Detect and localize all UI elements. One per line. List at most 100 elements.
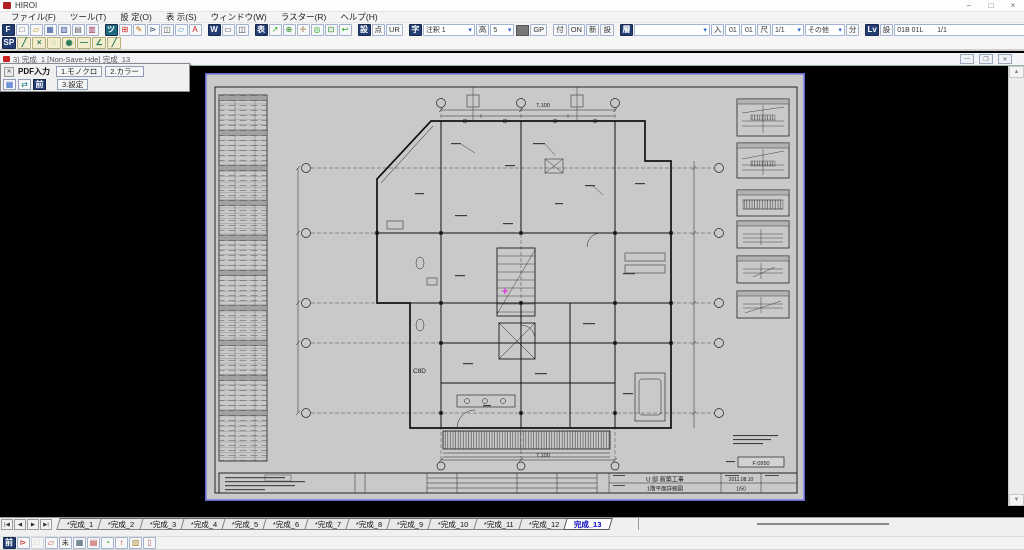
save-icon[interactable]: ▦ bbox=[43, 24, 57, 36]
pan-icon[interactable]: ✛ bbox=[296, 24, 310, 36]
sheet-tab[interactable]: *完成_12 bbox=[517, 518, 570, 530]
menu-item[interactable]: 設 定(O) bbox=[113, 11, 159, 23]
child-restore-button[interactable]: ❐ bbox=[979, 54, 993, 64]
text-group-button[interactable]: 字 bbox=[408, 24, 422, 36]
print-icon[interactable]: ▤ bbox=[71, 24, 85, 36]
text-attr-icon[interactable]: A bbox=[188, 24, 202, 36]
tab-nav-button[interactable]: ▶ bbox=[27, 519, 39, 530]
pdf-toolbar-close-icon[interactable]: ✕ bbox=[4, 66, 14, 77]
prev-page-button[interactable]: 前 bbox=[2, 537, 16, 549]
divide-button[interactable]: 分 bbox=[845, 24, 860, 36]
menu-item[interactable]: ウィンドウ(W) bbox=[204, 11, 274, 23]
pending-button[interactable]: 未 bbox=[58, 537, 72, 549]
child-close-button[interactable]: ✕ bbox=[998, 54, 1012, 64]
other-select[interactable]: その他 bbox=[804, 24, 845, 36]
pdf-color-button[interactable]: 2.カラー bbox=[105, 66, 145, 77]
window-group-button[interactable]: W bbox=[207, 24, 221, 36]
vertical-scrollbar[interactable]: ▲ ▼ bbox=[1008, 66, 1024, 506]
snap-angle-icon[interactable]: ∠ bbox=[92, 37, 107, 49]
tab-nav-button[interactable]: ◀ bbox=[14, 519, 26, 530]
color-swatch[interactable] bbox=[515, 24, 529, 36]
pdf-prev-button[interactable]: 前 bbox=[33, 79, 46, 90]
minimize-button[interactable]: – bbox=[958, 0, 980, 11]
zoom-in-icon[interactable]: ⊕ bbox=[282, 24, 296, 36]
pdf-settings-button[interactable]: 3.設定 bbox=[57, 79, 89, 90]
table-icon[interactable]: ▦ bbox=[73, 537, 86, 549]
snap-group-button[interactable]: SP bbox=[1, 37, 17, 49]
new-button[interactable]: 新 bbox=[585, 24, 600, 36]
drawing-canvas[interactable]: 7,100 7,100 C8D F:0950 U 邸 新築工事 1階平面詳細図 … bbox=[0, 66, 1008, 506]
layer-field-2[interactable]: 01 bbox=[741, 24, 757, 36]
menu-item[interactable]: ファイル(F) bbox=[4, 11, 63, 23]
snap-circle-icon[interactable]: ◌ bbox=[47, 37, 62, 49]
zoom-fit-icon[interactable]: ◎ bbox=[310, 24, 324, 36]
sheet-tab[interactable]: *完成_6 bbox=[262, 518, 311, 530]
copy-doc-icon[interactable]: ◫ bbox=[160, 24, 174, 36]
scroll-up-icon[interactable]: ▲ bbox=[1009, 66, 1024, 78]
snap-endpoint-icon[interactable]: ╱ bbox=[107, 37, 122, 49]
on-button[interactable]: ON bbox=[567, 24, 585, 36]
doc-edit-icon[interactable]: ▧ bbox=[129, 537, 142, 549]
export-doc-icon[interactable]: ⊳ bbox=[146, 24, 160, 36]
upload-icon[interactable]: ↑ bbox=[115, 537, 128, 549]
save-as-icon[interactable]: ▧ bbox=[57, 24, 71, 36]
open-file-icon[interactable]: ▱ bbox=[29, 24, 43, 36]
sheet-tab[interactable]: *完成_3 bbox=[138, 518, 187, 530]
doc-add-icon[interactable]: ⊞ bbox=[118, 24, 132, 36]
tool-palette-button[interactable]: ツ bbox=[104, 24, 118, 36]
layer-select[interactable] bbox=[633, 24, 710, 36]
annotation-select[interactable]: 注釈 1 bbox=[422, 24, 475, 36]
set-button[interactable]: 設 bbox=[600, 24, 614, 36]
snap-midpoint-icon[interactable]: — bbox=[77, 37, 92, 49]
level-group-button[interactable]: Lv bbox=[865, 24, 879, 36]
scroll-down-icon[interactable]: ▼ bbox=[1009, 494, 1024, 506]
scale-button[interactable]: 尺 bbox=[757, 24, 771, 36]
menu-item[interactable]: ラスター(R) bbox=[274, 11, 334, 23]
scale-select[interactable]: 1/1 bbox=[771, 24, 804, 36]
maximize-button[interactable]: □ bbox=[980, 0, 1002, 11]
snap-center-icon[interactable]: ◉ bbox=[62, 37, 77, 49]
attach-button[interactable]: 付 bbox=[553, 24, 567, 36]
window-icon[interactable]: ▭ bbox=[221, 24, 235, 36]
open-folder-icon[interactable]: ▱ bbox=[174, 24, 188, 36]
sheet-tab[interactable]: *完成_10 bbox=[427, 518, 480, 530]
pdf-grid-icon[interactable]: ▦ bbox=[3, 79, 16, 90]
pdf-swap-arrows-icon[interactable]: ⇄ bbox=[18, 79, 31, 90]
level-settings-button[interactable]: 設 bbox=[879, 24, 894, 36]
menu-item[interactable]: ツール(T) bbox=[63, 11, 113, 23]
settings-group-button[interactable]: 設 bbox=[357, 24, 371, 36]
point-button[interactable]: 点 bbox=[371, 24, 385, 36]
tab-nav-button[interactable]: |◀ bbox=[1, 519, 13, 530]
text-height-button[interactable]: 高 bbox=[475, 24, 490, 36]
edit-doc-icon[interactable]: ✎ bbox=[132, 24, 146, 36]
layer-field-1[interactable]: 01 bbox=[725, 24, 741, 36]
menu-item[interactable]: ヘルプ(H) bbox=[333, 11, 384, 23]
close-button[interactable]: × bbox=[1002, 0, 1024, 11]
layer-input-button[interactable]: 入 bbox=[710, 24, 725, 36]
tab-nav-button[interactable]: ▶| bbox=[40, 519, 52, 530]
pdf-doc-icon[interactable]: ▤ bbox=[87, 537, 100, 549]
menu-item[interactable]: 表 示(S) bbox=[159, 11, 204, 23]
zoom-window-icon[interactable]: ⊡ bbox=[324, 24, 338, 36]
hscroll-thumb[interactable] bbox=[756, 523, 889, 525]
level-select[interactable]: 01B 01L 1/1 bbox=[894, 24, 1024, 36]
sheet-tab[interactable]: *完成_2 bbox=[97, 518, 146, 530]
layer-group-button[interactable]: 層 bbox=[619, 24, 633, 36]
ur-button[interactable]: UR bbox=[386, 24, 403, 36]
text-size-select[interactable]: 5 bbox=[490, 24, 515, 36]
snap-line-icon[interactable]: ╱ bbox=[17, 37, 32, 49]
snap-intersection-icon[interactable]: × bbox=[32, 37, 47, 49]
new-doc-icon[interactable]: □ bbox=[15, 24, 29, 36]
sheet-tab[interactable]: 完成_13 bbox=[563, 518, 613, 530]
sheet-tab[interactable]: *完成_7 bbox=[303, 518, 352, 530]
child-minimize-button[interactable]: — bbox=[960, 54, 974, 64]
sheet-tab[interactable]: *完成_11 bbox=[473, 518, 525, 530]
history-clock-icon[interactable]: ◔ bbox=[101, 537, 114, 549]
file-group-button[interactable]: F bbox=[1, 24, 15, 36]
pdf-mono-button[interactable]: 1.モノクロ bbox=[56, 66, 103, 77]
view-back-icon[interactable]: ↩ bbox=[338, 24, 352, 36]
clipboard-icon[interactable]: ▯ bbox=[143, 537, 156, 549]
tile-windows-icon[interactable]: ◫ bbox=[235, 24, 249, 36]
disabled-doc-icon[interactable]: □ bbox=[30, 537, 44, 549]
open-red-folder-icon[interactable]: ▱ bbox=[44, 537, 58, 549]
